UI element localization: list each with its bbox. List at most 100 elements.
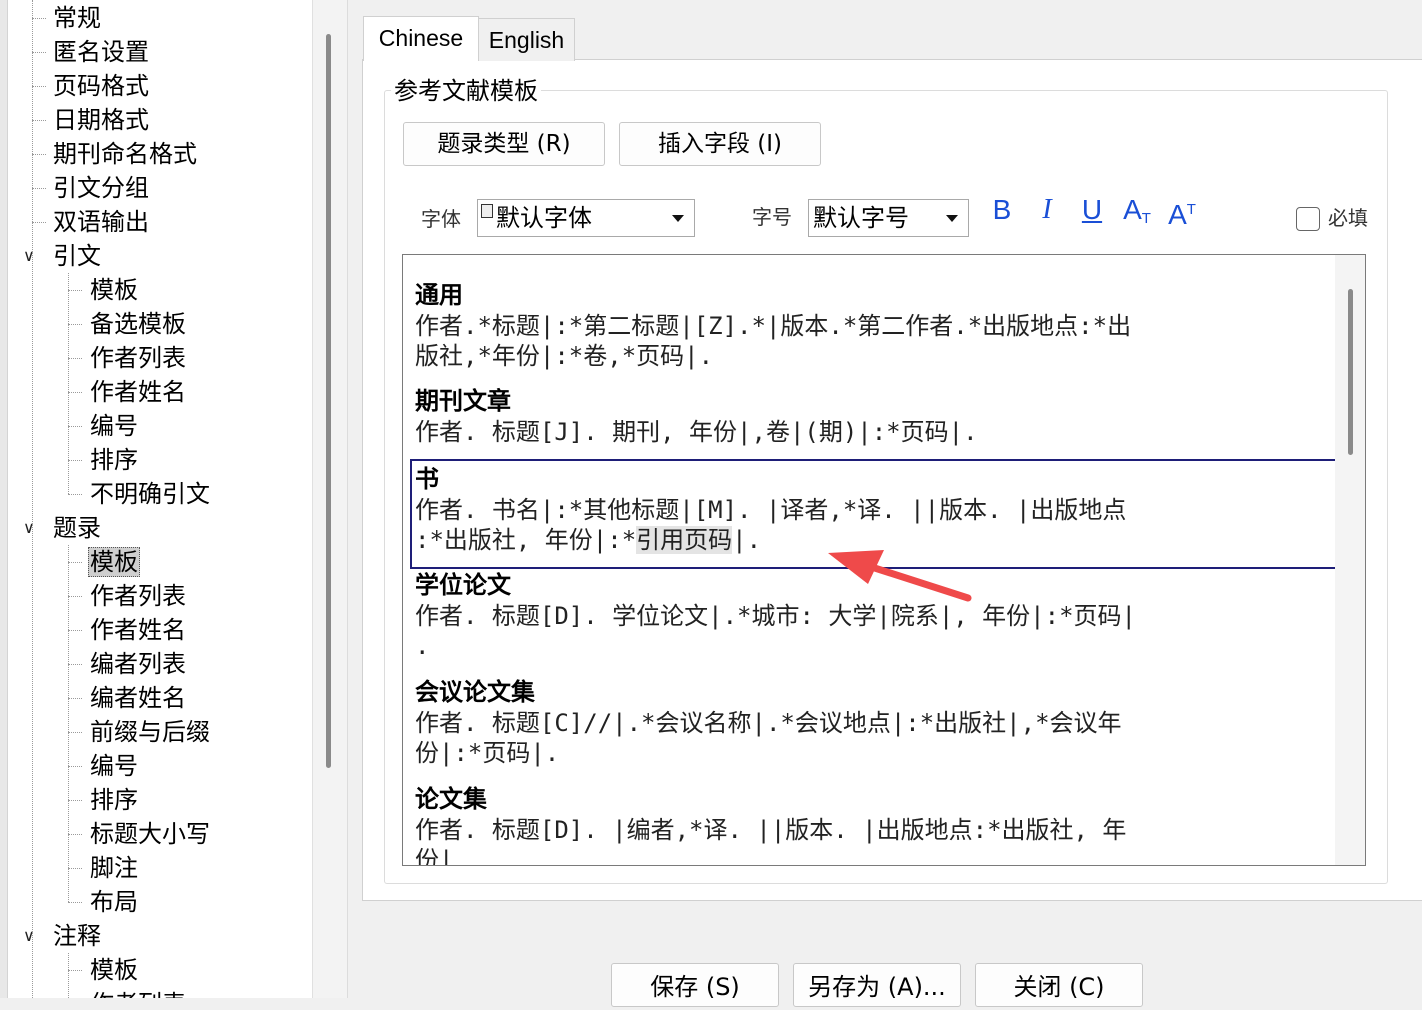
font-select-value: 默认字体 xyxy=(496,204,592,232)
tree-item[interactable]: 期刊命名格式 xyxy=(51,137,199,171)
template-entry-line: 份| xyxy=(415,846,454,866)
tree-item-label: 引文分组 xyxy=(53,174,149,202)
tree-connector xyxy=(68,494,82,495)
tree-connector xyxy=(32,188,46,189)
editor-scrollbar-thumb[interactable] xyxy=(1348,289,1353,455)
tree-item-label: 标题大小写 xyxy=(90,820,210,848)
tree-item[interactable]: 脚注 xyxy=(88,851,140,885)
template-entry-journal[interactable]: 期刊文章 作者. 标题[J]. 期刊, 年份|,卷|(期)|:*页码|. xyxy=(415,385,1315,447)
tree-guide-line xyxy=(68,273,69,494)
tree-item[interactable]: 引文 xyxy=(51,239,103,273)
tree-item-label: 模板 xyxy=(88,547,140,577)
subscript-button[interactable]: AT xyxy=(1118,190,1156,230)
bold-button[interactable]: B xyxy=(986,190,1018,230)
tree-item-label: 题录 xyxy=(53,514,101,542)
template-entry-line: 作者. 标题[J]. 期刊, 年份|,卷|(期)|:*页码|. xyxy=(415,418,978,446)
tree-item[interactable]: 页码格式 xyxy=(51,69,151,103)
tree-item-label: 前缀与后缀 xyxy=(90,718,210,746)
tree-item[interactable]: 编者列表 xyxy=(88,647,188,681)
italic-button[interactable]: I xyxy=(1032,190,1062,230)
template-text: :*出版社, 年份|:* xyxy=(415,526,637,554)
tree-item[interactable]: 作者列表 xyxy=(88,341,188,375)
required-checkbox[interactable] xyxy=(1296,207,1320,231)
tree-item[interactable]: 作者姓名 xyxy=(88,613,188,647)
tree-item[interactable]: 日期格式 xyxy=(51,103,151,137)
tree-item-label: 匿名设置 xyxy=(53,38,149,66)
tree-guide-line xyxy=(32,0,33,998)
tree-item[interactable]: 双语输出 xyxy=(51,205,151,239)
tree-connector xyxy=(68,698,82,699)
template-entry-name: 通用 xyxy=(415,280,463,309)
tree-connector xyxy=(68,868,82,869)
tree-item[interactable]: 编号 xyxy=(88,409,140,443)
tree-item[interactable]: 不明确引文 xyxy=(88,477,212,511)
tree-item[interactable]: 匿名设置 xyxy=(51,35,151,69)
tree-item[interactable]: 注释 xyxy=(51,919,103,953)
tab-chinese[interactable]: Chinese xyxy=(363,16,479,61)
tree-item[interactable]: 模板 xyxy=(88,953,140,987)
highlighted-field[interactable]: 引用页码 xyxy=(636,526,733,554)
chevron-down-icon xyxy=(672,215,684,222)
template-entry-name: 会议论文集 xyxy=(415,677,535,706)
tree-item[interactable]: 布局 xyxy=(88,885,140,919)
insert-field-button[interactable]: 插入字段 (I) xyxy=(619,122,821,166)
tree-item[interactable]: 作者列表 xyxy=(88,579,188,613)
tree-item[interactable]: 模板 xyxy=(88,545,140,579)
tree-item[interactable]: 排序 xyxy=(88,443,140,477)
tree-item[interactable]: 作者姓名 xyxy=(88,375,188,409)
tree-scrollbar-thumb[interactable] xyxy=(326,34,331,768)
template-entry-collection[interactable]: 论文集 作者. 标题[D]. |编者,*译. ||版本. |出版地点:*出版社,… xyxy=(415,783,1315,866)
tab-english[interactable]: English xyxy=(478,18,575,61)
tree-item-label: 常规 xyxy=(53,4,101,32)
template-entry-line: 作者.*标题|:*第二标题|[Z].*|版本.*第二作者.*出版地点:*出 xyxy=(415,312,1132,340)
font-label: 字体 xyxy=(421,207,461,231)
tree-item-label: 编者姓名 xyxy=(90,684,186,712)
tree-guide-line xyxy=(68,953,69,998)
tree-item-label: 注释 xyxy=(53,922,101,950)
tree-item[interactable]: 引文分组 xyxy=(51,171,151,205)
tree-item[interactable]: 常规 xyxy=(51,1,103,35)
tree-scrollbar[interactable] xyxy=(312,0,348,998)
subscript-icon-main: A xyxy=(1123,194,1142,225)
tree-connector xyxy=(68,426,82,427)
tree-item[interactable]: 排序 xyxy=(88,783,140,817)
tree-guide-line xyxy=(68,545,69,902)
template-entry-general[interactable]: 通用 作者.*标题|:*第二标题|[Z].*|版本.*第二作者.*出版地点:*出… xyxy=(415,279,1315,371)
template-text: |. xyxy=(732,526,762,554)
tree-left-edge xyxy=(0,0,8,998)
tree-connector xyxy=(68,766,82,767)
editor-scrollbar[interactable] xyxy=(1335,255,1365,865)
template-entry-line: 作者. 标题[C]//|.*会议名称|.*会议地点|:*出版社|,*会议年 xyxy=(415,709,1122,737)
size-select[interactable]: 默认字号 xyxy=(808,199,969,237)
underline-icon: U xyxy=(1081,194,1103,225)
tree-item[interactable]: 标题大小写 xyxy=(88,817,212,851)
tree-item[interactable]: 题录 xyxy=(51,511,103,545)
entry-type-button[interactable]: 题录类型 (R) xyxy=(403,122,605,166)
superscript-button[interactable]: AT xyxy=(1163,190,1201,230)
tree-item[interactable]: 编号 xyxy=(88,749,140,783)
tree-item-label: 布局 xyxy=(90,888,138,916)
settings-tree[interactable]: 常规 匿名设置 页码格式 日期格式 期刊命名格式 引文分组 双语输出 引文 ∨ 模板 备选模板 作者列… xyxy=(0,0,312,998)
save-as-button[interactable]: 另存为 (A)... xyxy=(793,963,961,1007)
tree-connector xyxy=(68,732,82,733)
underline-button[interactable]: U xyxy=(1076,190,1108,230)
close-button[interactable]: 关闭 (C) xyxy=(975,963,1143,1007)
save-button[interactable]: 保存 (S) xyxy=(611,963,779,1007)
tree-item[interactable]: 备选模板 xyxy=(88,307,188,341)
tree-connector xyxy=(68,630,82,631)
tree-item[interactable]: 编者姓名 xyxy=(88,681,188,715)
tree-item-label: 编号 xyxy=(90,412,138,440)
tree-item-label: 模板 xyxy=(90,956,138,984)
tree-connector xyxy=(68,358,82,359)
tree-connector xyxy=(68,664,82,665)
font-icon xyxy=(481,204,493,218)
tree-item[interactable]: 模板 xyxy=(88,273,140,307)
template-entry-conference[interactable]: 会议论文集 作者. 标题[C]//|.*会议名称|.*会议地点|:*出版社|,*… xyxy=(415,676,1315,768)
tree-item[interactable]: 前缀与后缀 xyxy=(88,715,212,749)
subscript-icon-small: T xyxy=(1141,210,1151,227)
tree-item[interactable]: 作者列表 xyxy=(88,987,188,998)
tree-item-label: 引文 xyxy=(53,242,101,270)
tree-item-label: 排序 xyxy=(90,446,138,474)
tree-connector xyxy=(68,834,82,835)
font-select[interactable]: 默认字体 xyxy=(477,199,695,237)
